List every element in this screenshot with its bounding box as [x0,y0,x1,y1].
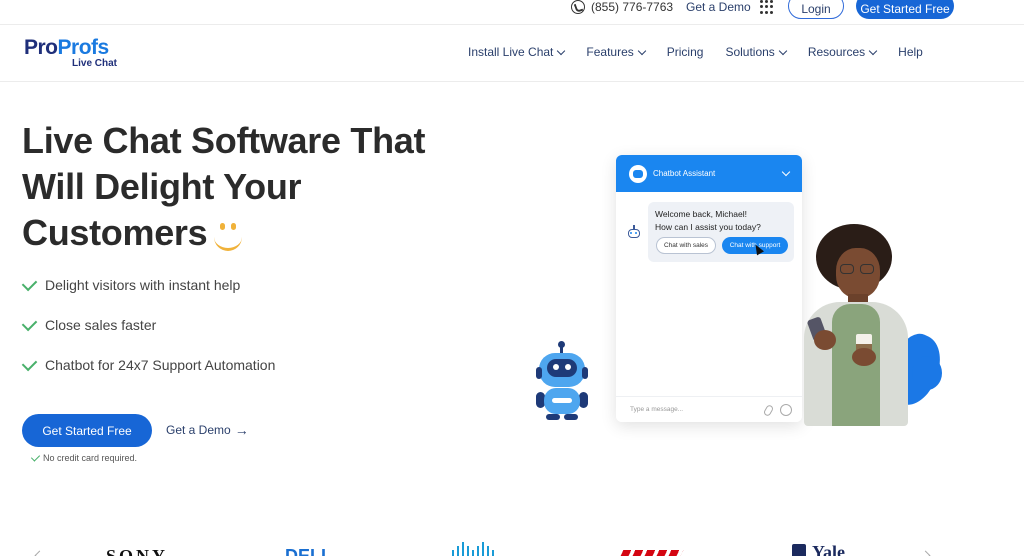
quick-reply-sales[interactable]: Chat with sales [656,237,716,254]
login-button[interactable]: Login [788,0,844,19]
chat-header: Chatbot Assistant [616,155,802,192]
proprofs-logo[interactable]: ProProfs Live Chat [24,37,117,69]
apps-grid-icon[interactable] [760,0,774,14]
nav-item-label: Features [586,45,634,59]
logo-profs-text: Profs [57,36,110,59]
bot-message-avatar-icon [626,225,642,241]
phone-link[interactable]: (855) 776-7763 [571,0,673,14]
chevron-down-icon [637,46,646,55]
hero-demo-link[interactable]: Get a Demo → [166,423,249,437]
chevron-down-icon [557,46,566,55]
nav-item-label: Help [898,45,923,59]
feature-text: Chatbot for 24x7 Support Automation [45,357,276,373]
chat-header-title: Chatbot Assistant [653,169,716,178]
nav-item-resources[interactable]: Resources [807,45,878,59]
robot-mascot-illustration [536,341,588,420]
nav-item-solutions[interactable]: Solutions [725,45,788,59]
logo-pro-text: Pro [24,36,58,59]
chat-body: Welcome back, Michael! How can I assist … [616,192,802,422]
check-icon [30,451,41,462]
yale-logo: Yale [812,542,845,556]
cisco-logo [452,542,512,556]
nav-menu: Install Live Chat Features Pricing Solut… [468,45,945,59]
attachment-icon[interactable] [762,403,775,418]
hero-title-line-1: Live Chat Software That [22,120,426,161]
check-icon [21,315,38,331]
top-demo-link[interactable]: Get a Demo [686,0,751,14]
feature-text: Close sales faster [45,317,157,333]
yale-crest-icon [792,544,806,556]
utility-bar: (855) 776-7763 Get a Demo Login Get Star… [0,0,1024,22]
feature-list: Delight visitors with instant help Close… [21,275,276,396]
nav-item-label: Resources [807,45,866,59]
woman-with-phone-illustration [800,224,952,426]
phone-icon [571,0,585,14]
nav-item-pricing[interactable]: Pricing [667,45,704,59]
check-icon [21,275,38,291]
nav-item-label: Pricing [666,45,704,59]
hero-demo-label: Get a Demo [166,423,231,437]
feature-item: Chatbot for 24x7 Support Automation [21,355,276,374]
carousel-prev-icon[interactable] [34,550,45,556]
logo-product-text: Live Chat [72,58,118,69]
phone-number: (855) 776-7763 [591,0,674,14]
nav-item-label: Solutions [725,45,775,59]
hero-title: Live Chat Software That Will Delight You… [22,118,462,256]
check-icon [21,355,38,371]
dell-logo: DELL [285,546,332,556]
chevron-down-icon[interactable] [781,167,791,177]
nav-item-features[interactable]: Features [586,45,646,59]
emoji-icon[interactable] [780,404,792,416]
hero-title-line-2: Will Delight Your [22,166,302,207]
arrow-right-icon: → [234,422,249,438]
chat-widget-preview: Chatbot Assistant Welcome back, Michael!… [616,155,802,422]
feature-text: Delight visitors with instant help [45,277,241,293]
nav-item-help[interactable]: Help [898,45,923,59]
customer-logos-carousel: SONY DELL Yale [0,540,1024,556]
top-get-started-button[interactable]: Get Started Free [856,0,954,19]
feature-item: Close sales faster [21,315,275,334]
note-text: No credit card required. [43,453,138,463]
hero-title-line-3: Customers [22,212,208,253]
dhl-logo [618,550,684,556]
hero-get-started-button[interactable]: Get Started Free [22,414,152,447]
main-nav: ProProfs Live Chat Install Live Chat Fea… [0,24,1024,82]
chat-input-placeholder: Type a message... [630,406,684,413]
sony-logo: SONY [106,546,169,556]
nav-item-label: Install Live Chat [468,45,554,59]
quick-replies: Chat with sales Chat with support [656,237,788,256]
no-credit-card-note: No credit card required. [30,451,138,463]
chat-message-input[interactable]: Type a message... [616,396,802,422]
bot-message-line-2: How can I assist you today? [655,222,761,232]
feature-item: Delight visitors with instant help [21,275,275,294]
chevron-down-icon [778,46,788,55]
nav-item-install-live-chat[interactable]: Install Live Chat [468,45,566,59]
quick-reply-support[interactable]: Chat with support [722,237,788,256]
smile-icon [213,222,243,252]
carousel-next-icon[interactable] [920,550,931,556]
chevron-down-icon [868,46,878,55]
chatbot-avatar-icon [629,164,647,183]
bot-message-line-1: Welcome back, Michael! [655,209,747,219]
